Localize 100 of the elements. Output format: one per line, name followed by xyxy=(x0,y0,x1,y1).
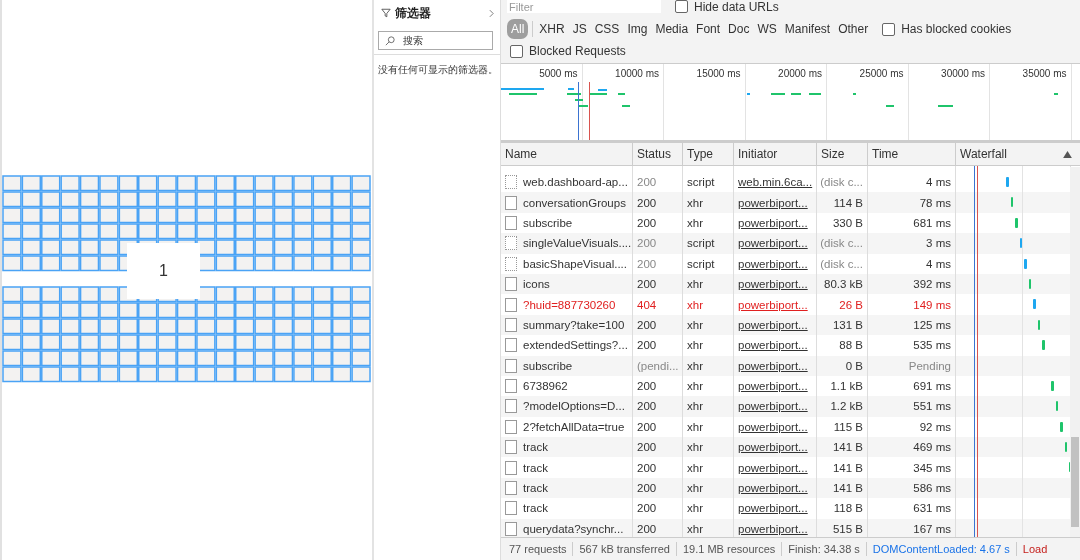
time-cell: 149 ms xyxy=(913,298,951,311)
time-tick-label: 30000 ms xyxy=(941,68,985,79)
request-name[interactable]: singleValueVisuals.... xyxy=(523,237,632,250)
initiator-link[interactable]: powerbiport... xyxy=(738,298,808,311)
initiator-link[interactable]: web.min.6ca... xyxy=(738,176,813,189)
column-header[interactable]: Initiator xyxy=(734,143,817,165)
type-filter-button[interactable]: Font xyxy=(694,19,723,39)
time-tick-label: 5000 ms xyxy=(539,68,578,79)
column-header[interactable]: Status xyxy=(633,143,683,165)
type-cell: script xyxy=(687,176,715,189)
size-cell: 141 B xyxy=(832,441,863,454)
checkbox[interactable] xyxy=(510,44,523,58)
document-icon xyxy=(505,317,517,332)
type-cell: xhr xyxy=(687,420,703,433)
column-header[interactable]: Size xyxy=(817,143,868,165)
initiator-link[interactable]: powerbiport... xyxy=(738,380,808,393)
size-cell: 115 B xyxy=(833,420,863,433)
type-filter-button[interactable]: Doc xyxy=(726,19,752,39)
filter-field[interactable]: Filter xyxy=(507,0,661,13)
waterfall-bar xyxy=(1037,319,1040,330)
status-cell: 200 xyxy=(637,482,657,495)
status-cell: 200 xyxy=(637,176,657,189)
checkbox[interactable] xyxy=(675,0,688,13)
sort-arrow-icon xyxy=(1063,151,1072,158)
column-header[interactable]: Time xyxy=(868,143,956,165)
initiator-link[interactable]: powerbiport... xyxy=(738,400,808,413)
type-filter-button[interactable]: XHR xyxy=(537,19,567,39)
time-tick-label: 20000 ms xyxy=(778,68,822,79)
column-header[interactable]: Waterfall xyxy=(956,143,1071,165)
card-value: 1 xyxy=(159,261,168,280)
request-name[interactable]: subscribe xyxy=(523,359,573,372)
type-filter-button[interactable]: Manifest xyxy=(782,19,833,39)
request-name[interactable]: 2?fetchAllData=true xyxy=(523,420,625,433)
initiator-link[interactable]: powerbiport... xyxy=(738,420,808,433)
initiator-link[interactable]: powerbiport... xyxy=(738,216,808,229)
initiator-link[interactable]: powerbiport... xyxy=(738,502,808,515)
initiator-link[interactable]: powerbiport... xyxy=(738,522,808,535)
document-icon xyxy=(505,277,517,292)
request-name[interactable]: track xyxy=(523,482,548,495)
scrollbar-thumb[interactable] xyxy=(1071,437,1079,527)
initiator-link[interactable]: powerbiport... xyxy=(738,359,808,372)
initiator-link[interactable]: powerbiport... xyxy=(738,461,808,474)
size-cell: 141 B xyxy=(832,461,863,474)
type-filter-button[interactable]: Img xyxy=(625,19,650,39)
status-text: Finish: 34.38 s xyxy=(788,543,860,555)
size-cell: 330 B xyxy=(832,216,863,229)
document-icon xyxy=(505,236,517,251)
document-icon xyxy=(505,358,517,373)
request-name[interactable]: ?modelOptions=D... xyxy=(523,400,625,413)
initiator-link[interactable]: powerbiport... xyxy=(738,482,808,495)
request-name[interactable]: basicShapeVisual.... xyxy=(523,257,627,270)
request-name[interactable]: conversationGroups xyxy=(523,196,626,209)
initiator-link[interactable]: powerbiport... xyxy=(738,441,808,454)
type-filter-button[interactable]: WS xyxy=(755,19,779,39)
time-cell: 392 ms xyxy=(913,278,951,291)
type-cell: xhr xyxy=(687,380,703,393)
document-icon xyxy=(505,215,517,230)
request-name[interactable]: summary?take=100 xyxy=(523,318,625,331)
search-field[interactable]: 搜索 xyxy=(378,31,493,50)
document-icon xyxy=(505,297,517,312)
initiator-link[interactable]: powerbiport... xyxy=(738,196,808,209)
request-name[interactable]: track xyxy=(523,461,548,474)
time-cell: 4 ms xyxy=(926,176,951,189)
initiator-link[interactable]: powerbiport... xyxy=(738,237,808,250)
request-name[interactable]: track xyxy=(523,441,548,454)
load-line xyxy=(589,82,590,140)
type-filter-button[interactable]: Other xyxy=(836,19,871,39)
waterfall-bar xyxy=(1042,340,1045,351)
initiator-link[interactable]: powerbiport... xyxy=(738,318,808,331)
status-text: DOMContentLoaded: 4.67 s xyxy=(872,543,1010,555)
request-name[interactable]: extendedSettings?... xyxy=(523,339,628,352)
time-cell: Pending xyxy=(908,359,951,372)
type-cell: xhr xyxy=(687,339,703,352)
time-tick-label: 25000 ms xyxy=(859,68,904,79)
time-cell: 551 ms xyxy=(913,400,951,413)
request-name[interactable]: track xyxy=(523,502,548,515)
status-cell: 200 xyxy=(637,339,657,352)
checkbox-label: Has blocked cookies xyxy=(901,22,1012,36)
initiator-link[interactable]: powerbiport... xyxy=(738,278,808,291)
funnel-icon xyxy=(381,8,391,18)
request-name[interactable]: web.dashboard-ap... xyxy=(523,176,628,189)
request-name[interactable]: ?huid=887730260 xyxy=(523,298,616,311)
type-filter-button[interactable]: CSS xyxy=(592,19,622,39)
column-header[interactable]: Name xyxy=(501,143,633,165)
status-cell: 200 xyxy=(637,318,657,331)
status-cell: 200 xyxy=(637,278,657,291)
initiator-link[interactable]: powerbiport... xyxy=(738,257,808,270)
request-name[interactable]: subscribe xyxy=(523,216,573,229)
column-header[interactable]: Type xyxy=(683,143,734,165)
type-filter-button[interactable]: JS xyxy=(570,19,589,39)
checkbox[interactable] xyxy=(882,22,896,36)
request-name[interactable]: 6738962 xyxy=(523,380,568,393)
type-cell: xhr xyxy=(687,318,703,331)
type-filter-button[interactable]: Media xyxy=(653,19,691,39)
request-name[interactable]: querydata?synchr... xyxy=(523,522,624,535)
initiator-link[interactable]: powerbiport... xyxy=(738,339,808,352)
empty-message: 没有任何可显示的筛选器。 xyxy=(374,54,500,85)
status-cell: 200 xyxy=(637,420,657,433)
status-cell: (pendi... xyxy=(637,359,679,372)
request-name[interactable]: icons xyxy=(523,278,550,291)
